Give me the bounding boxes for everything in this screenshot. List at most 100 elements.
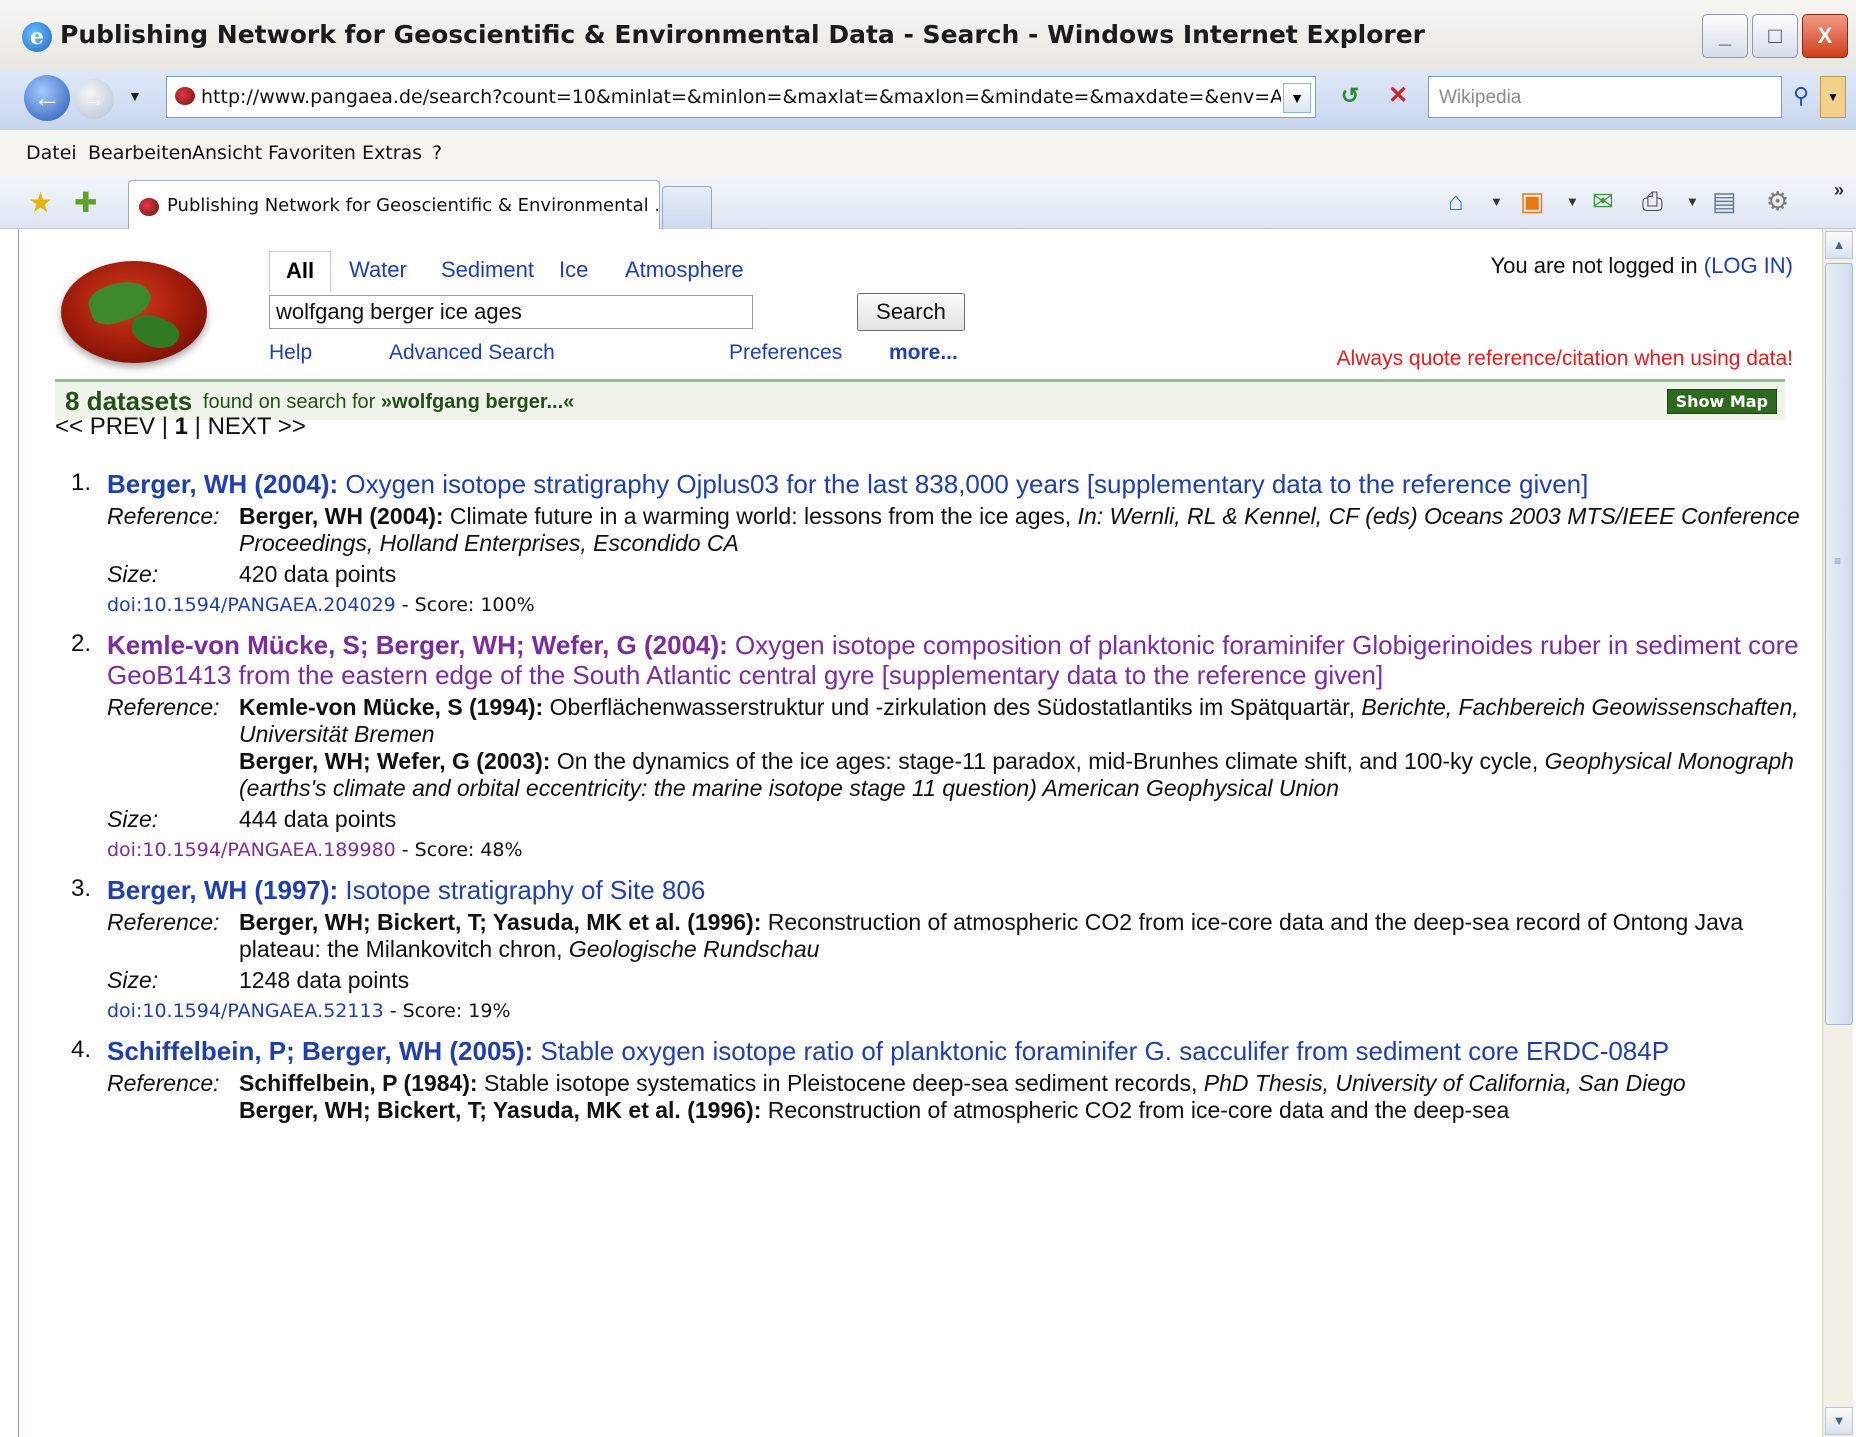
home-icon[interactable]: ⌂ <box>1448 186 1464 217</box>
address-field[interactable]: http://www.pangaea.de/search?count=10&mi… <box>166 76 1316 118</box>
tab-atmosphere[interactable]: Atmosphere <box>625 257 744 283</box>
preferences-link[interactable]: Preferences <box>729 341 842 365</box>
login-status-text: You are not logged in <box>1490 253 1698 278</box>
favorites-star-icon[interactable]: ★ <box>28 186 53 219</box>
advanced-search-link[interactable]: Advanced Search <box>389 341 555 365</box>
reference-label: Reference: <box>107 503 220 529</box>
refresh-icon[interactable]: ↺ <box>1330 76 1370 116</box>
menu-datei[interactable]: Datei <box>26 142 77 164</box>
address-url[interactable]: http://www.pangaea.de/search?count=10&mi… <box>201 86 1281 108</box>
pangaea-logo[interactable] <box>61 261 207 363</box>
minimize-button[interactable]: _ <box>1702 14 1748 58</box>
window-controls: _ □ X <box>1702 14 1848 58</box>
result-title[interactable]: Oxygen isotope stratigraphy Ojplus03 for… <box>338 469 1588 499</box>
home-dropdown-icon[interactable]: ▼ <box>1490 194 1503 209</box>
internet-explorer-icon: e <box>22 22 52 52</box>
reference-source: PhD Thesis, University of California, Sa… <box>1203 1070 1686 1096</box>
tab-sediment[interactable]: Sediment <box>441 257 534 283</box>
search-button[interactable]: Search <box>857 293 965 331</box>
tab-favicon-icon <box>139 198 159 216</box>
forward-button[interactable]: → <box>74 79 114 119</box>
reference-entry: Kemle-von Mücke, S (1994): Oberflächenwa… <box>239 694 1811 748</box>
menu-bearbeiten[interactable]: Bearbeiten <box>88 142 192 164</box>
result-title[interactable]: Isotope stratigraphy of Site 806 <box>338 875 705 905</box>
reference-authors: Berger, WH; Bickert, T; Yasuda, MK et al… <box>239 1097 762 1123</box>
reference-authors: Schiffelbein, P (1984): <box>239 1070 478 1096</box>
reference-entry: Berger, WH; Wefer, G (2003): On the dyna… <box>239 748 1811 802</box>
size-value: 420 data points <box>239 561 397 587</box>
vertical-scrollbar[interactable]: ▲ ≡ ▼ <box>1822 229 1853 1437</box>
login-status: You are not logged in (LOG IN) <box>1490 253 1793 279</box>
size-value: 1248 data points <box>239 967 410 993</box>
show-map-button[interactable]: Show Map <box>1666 389 1777 414</box>
help-link[interactable]: Help <box>269 341 312 365</box>
reference-row: Reference: Schiffelbein, P (1984): Stabl… <box>107 1070 1811 1124</box>
result-authors[interactable]: Kemle-von Mücke, S; Berger, WH; Wefer, G… <box>107 630 728 660</box>
close-button[interactable]: X <box>1802 14 1848 58</box>
doi-link[interactable]: doi:10.1594/PANGAEA.52113 <box>107 1000 384 1022</box>
address-dropdown-icon[interactable]: ▼ <box>1283 83 1311 113</box>
maximize-button[interactable]: □ <box>1752 14 1798 58</box>
doi-link[interactable]: doi:10.1594/PANGAEA.189980 <box>107 839 396 861</box>
back-button[interactable]: ← <box>24 75 70 121</box>
new-tab-button[interactable] <box>662 186 712 229</box>
result-summary-bar: 8 datasets found on search for »wolfgang… <box>55 379 1785 420</box>
window-titlebar: e Publishing Network for Geoscientific &… <box>0 0 1856 77</box>
web-search-placeholder: Wikipedia <box>1439 87 1522 108</box>
menu-favoriten[interactable]: Favoriten <box>268 142 356 164</box>
menu-ansicht[interactable]: Ansicht <box>192 142 262 164</box>
web-search-input[interactable]: Wikipedia <box>1428 76 1782 118</box>
scroll-down-icon[interactable]: ▼ <box>1825 1407 1853 1435</box>
history-dropdown-icon[interactable]: ▼ <box>128 88 142 104</box>
reference-values: Berger, WH; Bickert, T; Yasuda, MK et al… <box>239 909 1811 963</box>
score: - Score: 100% <box>395 594 535 616</box>
search-options-icon[interactable]: ▼ <box>1820 76 1846 118</box>
next-page-link[interactable]: NEXT >> <box>208 413 306 440</box>
scroll-thumb[interactable]: ≡ <box>1825 263 1853 1025</box>
reference-values: Berger, WH (2004): Climate future in a w… <box>239 503 1811 557</box>
result-item: 3. Berger, WH (1997): Isotope stratigrap… <box>71 875 1811 1022</box>
size-label: Size: <box>107 967 159 993</box>
result-title-link[interactable]: Berger, WH (1997): Isotope stratigraphy … <box>107 875 1811 905</box>
more-tools-chevron-icon[interactable]: » <box>1834 180 1844 201</box>
feeds-icon[interactable]: ▣ <box>1520 186 1545 217</box>
stop-icon[interactable]: ✕ <box>1378 76 1418 116</box>
result-authors[interactable]: Berger, WH (2004): <box>107 469 338 499</box>
print-icon[interactable]: ⎙ <box>1642 186 1663 218</box>
menu-help[interactable]: ? <box>432 142 442 164</box>
add-favorite-icon[interactable]: ✚ <box>74 186 97 219</box>
result-authors[interactable]: Schiffelbein, P; Berger, WH (2005): <box>107 1036 533 1066</box>
more-link[interactable]: more... <box>889 341 958 365</box>
result-authors[interactable]: Berger, WH (1997): <box>107 875 338 905</box>
print-dropdown-icon[interactable]: ▼ <box>1686 194 1699 209</box>
reference-values: Kemle-von Mücke, S (1994): Oberflächenwa… <box>239 694 1811 802</box>
query-input[interactable] <box>269 295 753 329</box>
page-menu-icon[interactable]: ▤ <box>1712 186 1737 217</box>
tab-all[interactable]: All <box>269 251 332 292</box>
size-row: Size: 420 data points <box>107 561 1811 588</box>
reference-row: Reference: Berger, WH (2004): Climate fu… <box>107 503 1811 557</box>
tab-water[interactable]: Water <box>349 257 407 283</box>
found-label: found on search for <box>203 391 376 413</box>
tab-ice[interactable]: Ice <box>559 257 588 283</box>
tools-gear-icon[interactable]: ⚙ <box>1766 186 1789 217</box>
search-icon[interactable]: ⚲ <box>1784 76 1818 116</box>
reference-text: Climate future in a warming world: lesso… <box>443 503 1078 529</box>
scroll-up-icon[interactable]: ▲ <box>1825 231 1853 259</box>
read-mail-icon[interactable]: ✉ <box>1592 186 1614 217</box>
favorites-tab-bar: ★ ✚ Publishing Network for Geoscientific… <box>0 176 1856 229</box>
menu-bar: Datei Bearbeiten Ansicht Favoriten Extra… <box>0 130 1856 177</box>
result-title[interactable]: Stable oxygen isotope ratio of planktoni… <box>533 1036 1669 1066</box>
score: - Score: 19% <box>383 1000 511 1022</box>
result-title-link[interactable]: Berger, WH (2004): Oxygen isotope strati… <box>107 469 1811 499</box>
reference-text: Oberflächenwasserstruktur und -zirkulati… <box>543 694 1362 720</box>
result-title-link[interactable]: Schiffelbein, P; Berger, WH (2005): Stab… <box>107 1036 1811 1066</box>
menu-extras[interactable]: Extras <box>362 142 422 164</box>
result-item: 1. Berger, WH (2004): Oxygen isotope str… <box>71 469 1811 616</box>
browser-tab[interactable]: Publishing Network for Geoscientific & E… <box>128 180 671 229</box>
login-link[interactable]: (LOG IN) <box>1704 253 1793 278</box>
prev-page-link[interactable]: << PREV <box>55 413 155 440</box>
feeds-dropdown-icon[interactable]: ▼ <box>1566 194 1579 209</box>
result-title-link[interactable]: Kemle-von Mücke, S; Berger, WH; Wefer, G… <box>107 630 1811 690</box>
doi-link[interactable]: doi:10.1594/PANGAEA.204029 <box>107 594 396 616</box>
